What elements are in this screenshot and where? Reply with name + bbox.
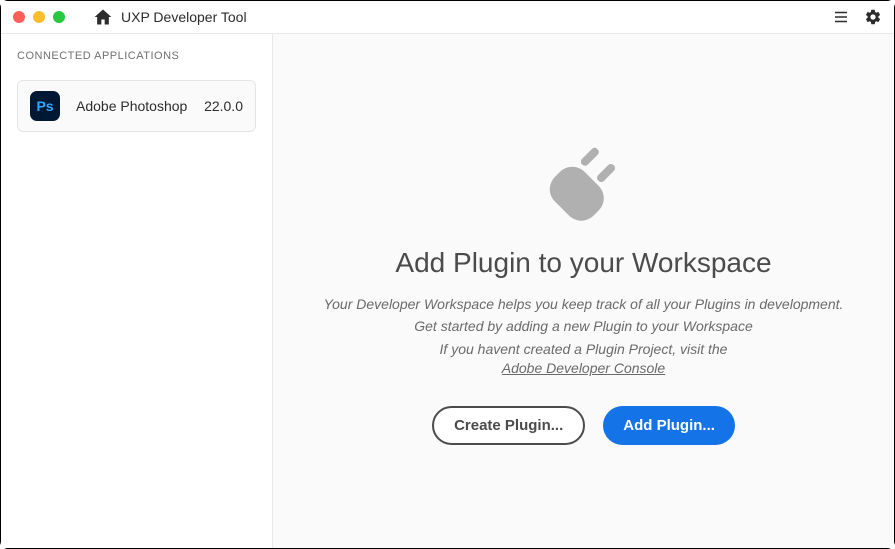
app-icon-label: Ps (36, 98, 53, 114)
plug-icon (539, 137, 629, 227)
connected-app-card[interactable]: Ps Adobe Photoshop 22.0.0 (17, 80, 256, 132)
list-icon[interactable] (832, 8, 850, 26)
content-line-2: Get started by adding a new Plugin to yo… (414, 315, 753, 337)
create-plugin-button[interactable]: Create Plugin... (432, 406, 585, 445)
photoshop-icon: Ps (30, 91, 60, 121)
content-line-3: If you havent created a Plugin Project, … (440, 338, 728, 360)
sidebar: CONNECTED APPLICATIONS Ps Adobe Photosho… (1, 34, 273, 548)
content-area: Add Plugin to your Workspace Your Develo… (273, 34, 894, 548)
window-controls (13, 11, 65, 23)
title-left: UXP Developer Tool (93, 7, 247, 27)
app-name: Adobe Photoshop (76, 98, 188, 114)
app-title: UXP Developer Tool (121, 9, 247, 25)
close-window-button[interactable] (13, 11, 25, 23)
home-icon[interactable] (93, 7, 113, 27)
add-plugin-button[interactable]: Add Plugin... (603, 406, 735, 445)
app-version: 22.0.0 (204, 98, 243, 114)
gear-icon[interactable] (864, 8, 882, 26)
developer-console-link[interactable]: Adobe Developer Console (502, 360, 665, 376)
minimize-window-button[interactable] (33, 11, 45, 23)
maximize-window-button[interactable] (53, 11, 65, 23)
button-row: Create Plugin... Add Plugin... (432, 406, 735, 445)
main: CONNECTED APPLICATIONS Ps Adobe Photosho… (1, 34, 894, 548)
sidebar-heading: CONNECTED APPLICATIONS (17, 50, 256, 62)
titlebar: UXP Developer Tool (1, 1, 894, 34)
content-heading: Add Plugin to your Workspace (395, 247, 771, 279)
content-line-1: Your Developer Workspace helps you keep … (324, 293, 844, 315)
title-right (832, 8, 882, 26)
